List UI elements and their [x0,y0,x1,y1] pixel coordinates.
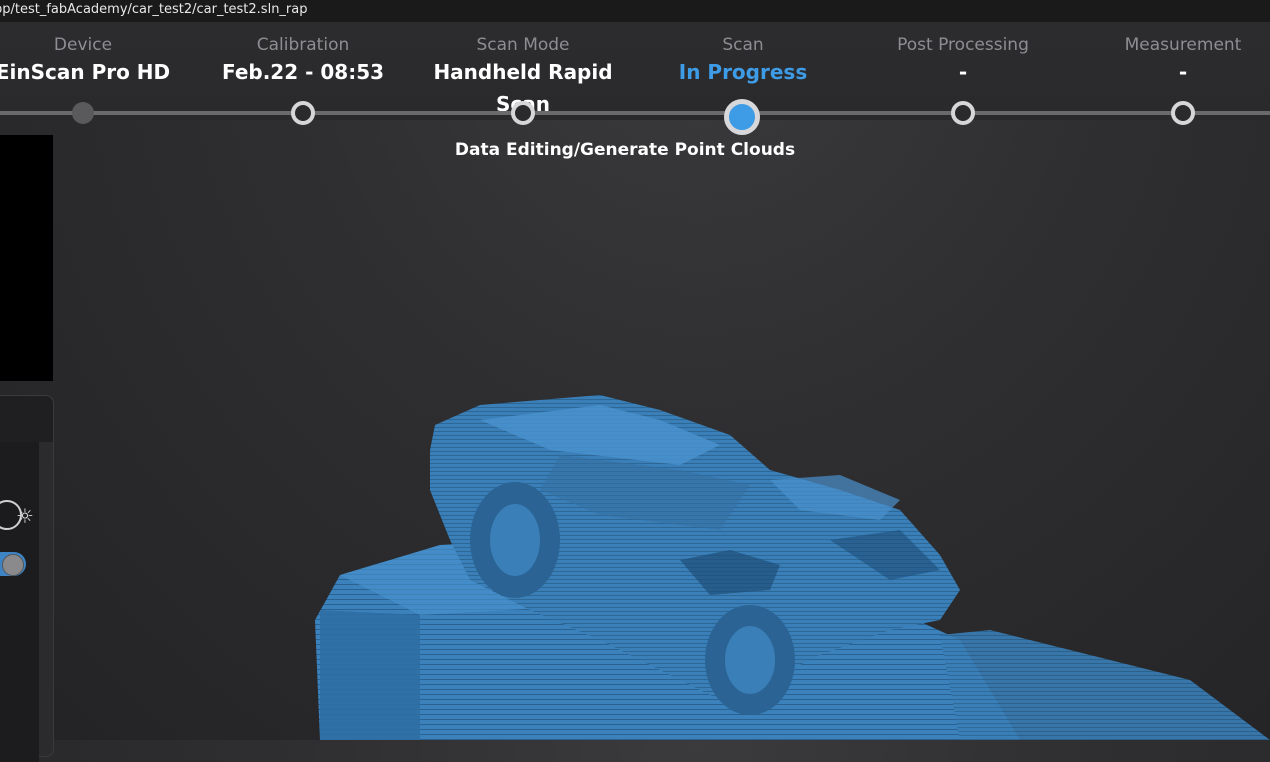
step-post-processing[interactable]: Post Processing - [843,34,1083,88]
sun-icon: ☼ [16,504,34,528]
step-value: - [958,60,968,84]
step-label: Scan Mode [476,35,570,55]
step-node-scan[interactable] [724,99,760,135]
step-node-measurement[interactable] [1171,101,1195,125]
progress-track [0,111,1270,115]
point-cloud-viewport[interactable] [300,380,1270,740]
texture-toggle[interactable] [0,552,26,576]
panel-body [0,442,39,762]
step-measurement[interactable]: Measurement - [1063,34,1270,88]
step-label: Post Processing [897,35,1029,55]
step-node-calibration[interactable] [291,101,315,125]
step-node-device[interactable] [72,102,94,124]
step-scan[interactable]: Scan In Progress [623,34,863,88]
step-label: Scan [722,35,764,55]
toggle-knob [2,554,24,576]
step-scan-mode[interactable]: Scan Mode Handheld Rapid Scan [403,34,643,116]
step-value: In Progress [678,60,808,84]
scan-settings-panel [0,395,54,762]
window-title-bar: pp/test_fabAcademy/car_test2/car_test2.s… [0,0,1270,22]
current-substep: Data Editing/Generate Point Clouds [454,140,796,160]
step-device[interactable]: Device EinScan Pro HD [0,34,203,88]
camera-preview [0,135,53,381]
step-value: EinScan Pro HD [0,60,171,84]
window-title: pp/test_fabAcademy/car_test2/car_test2.s… [0,2,308,17]
step-value: Handheld Rapid Scan [433,60,613,116]
step-node-scan-mode[interactable] [511,101,535,125]
step-node-post-processing[interactable] [951,101,975,125]
step-calibration[interactable]: Calibration Feb.22 - 08:53 [183,34,423,88]
step-label: Measurement [1124,35,1242,55]
panel-header [0,396,53,442]
step-label: Calibration [256,35,350,55]
step-value: - [1178,60,1188,84]
step-value: Feb.22 - 08:53 [221,60,385,84]
step-label: Device [53,35,113,55]
